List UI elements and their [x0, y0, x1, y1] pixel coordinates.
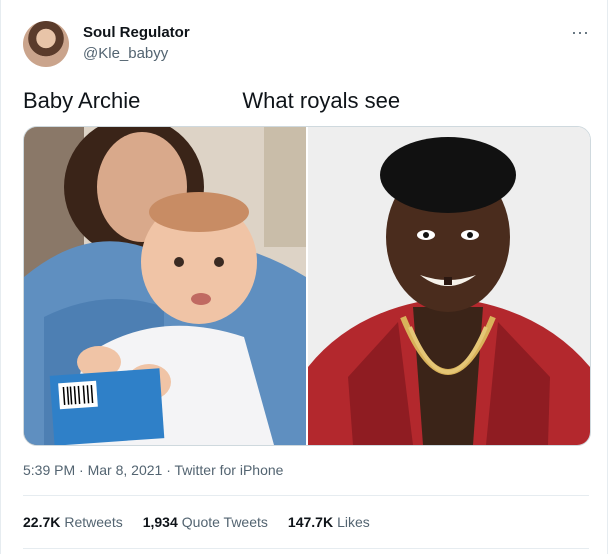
divider: [23, 548, 589, 549]
tweet-source-link[interactable]: Twitter for iPhone: [175, 462, 284, 478]
more-horizontal-icon: ···: [571, 22, 589, 42]
tweet-text-left: Baby Archie: [23, 88, 141, 113]
tweet-timestamp: 5:39 PM · Mar 8, 2021 · Twitter for iPho…: [23, 462, 283, 478]
likes-label: Likes: [337, 514, 370, 530]
author-name[interactable]: Soul Regulator: [83, 24, 190, 41]
likes-stat[interactable]: 147.7K Likes: [288, 514, 370, 530]
author-handle[interactable]: @Kle_babyy: [83, 45, 168, 62]
quote-tweets-stat[interactable]: 1,934 Quote Tweets: [143, 514, 268, 530]
divider: [23, 495, 589, 496]
more-options-button[interactable]: ···: [566, 20, 594, 44]
media-image-right[interactable]: [308, 127, 590, 445]
media-image-left[interactable]: [24, 127, 306, 445]
photo-smiling-man: [308, 127, 590, 445]
tweet-text-right: What royals see: [242, 88, 401, 113]
photo-mother-baby: [24, 127, 306, 445]
retweets-label: Retweets: [64, 514, 123, 530]
tweet-time[interactable]: 5:39 PM: [23, 462, 75, 478]
tweet-text: Baby Archie What royals see: [23, 88, 400, 114]
retweets-count: 22.7K: [23, 514, 61, 530]
quote-tweets-count: 1,934: [142, 514, 178, 530]
tweet-date[interactable]: Mar 8, 2021: [88, 462, 163, 478]
meta-separator: ·: [162, 462, 175, 478]
quote-tweets-label: Quote Tweets: [181, 514, 268, 530]
likes-count: 147.7K: [287, 514, 334, 530]
tweet-media: [23, 126, 591, 446]
avatar[interactable]: [23, 21, 69, 67]
meta-separator: ·: [75, 462, 88, 478]
tweet-stats: 22.7K Retweets 1,934 Quote Tweets 147.7K Li…: [23, 514, 370, 530]
retweets-stat[interactable]: 22.7K Retweets: [23, 514, 123, 530]
tweet-card: Soul Regulator @Kle_babyy ··· Baby Archi…: [0, 0, 608, 554]
